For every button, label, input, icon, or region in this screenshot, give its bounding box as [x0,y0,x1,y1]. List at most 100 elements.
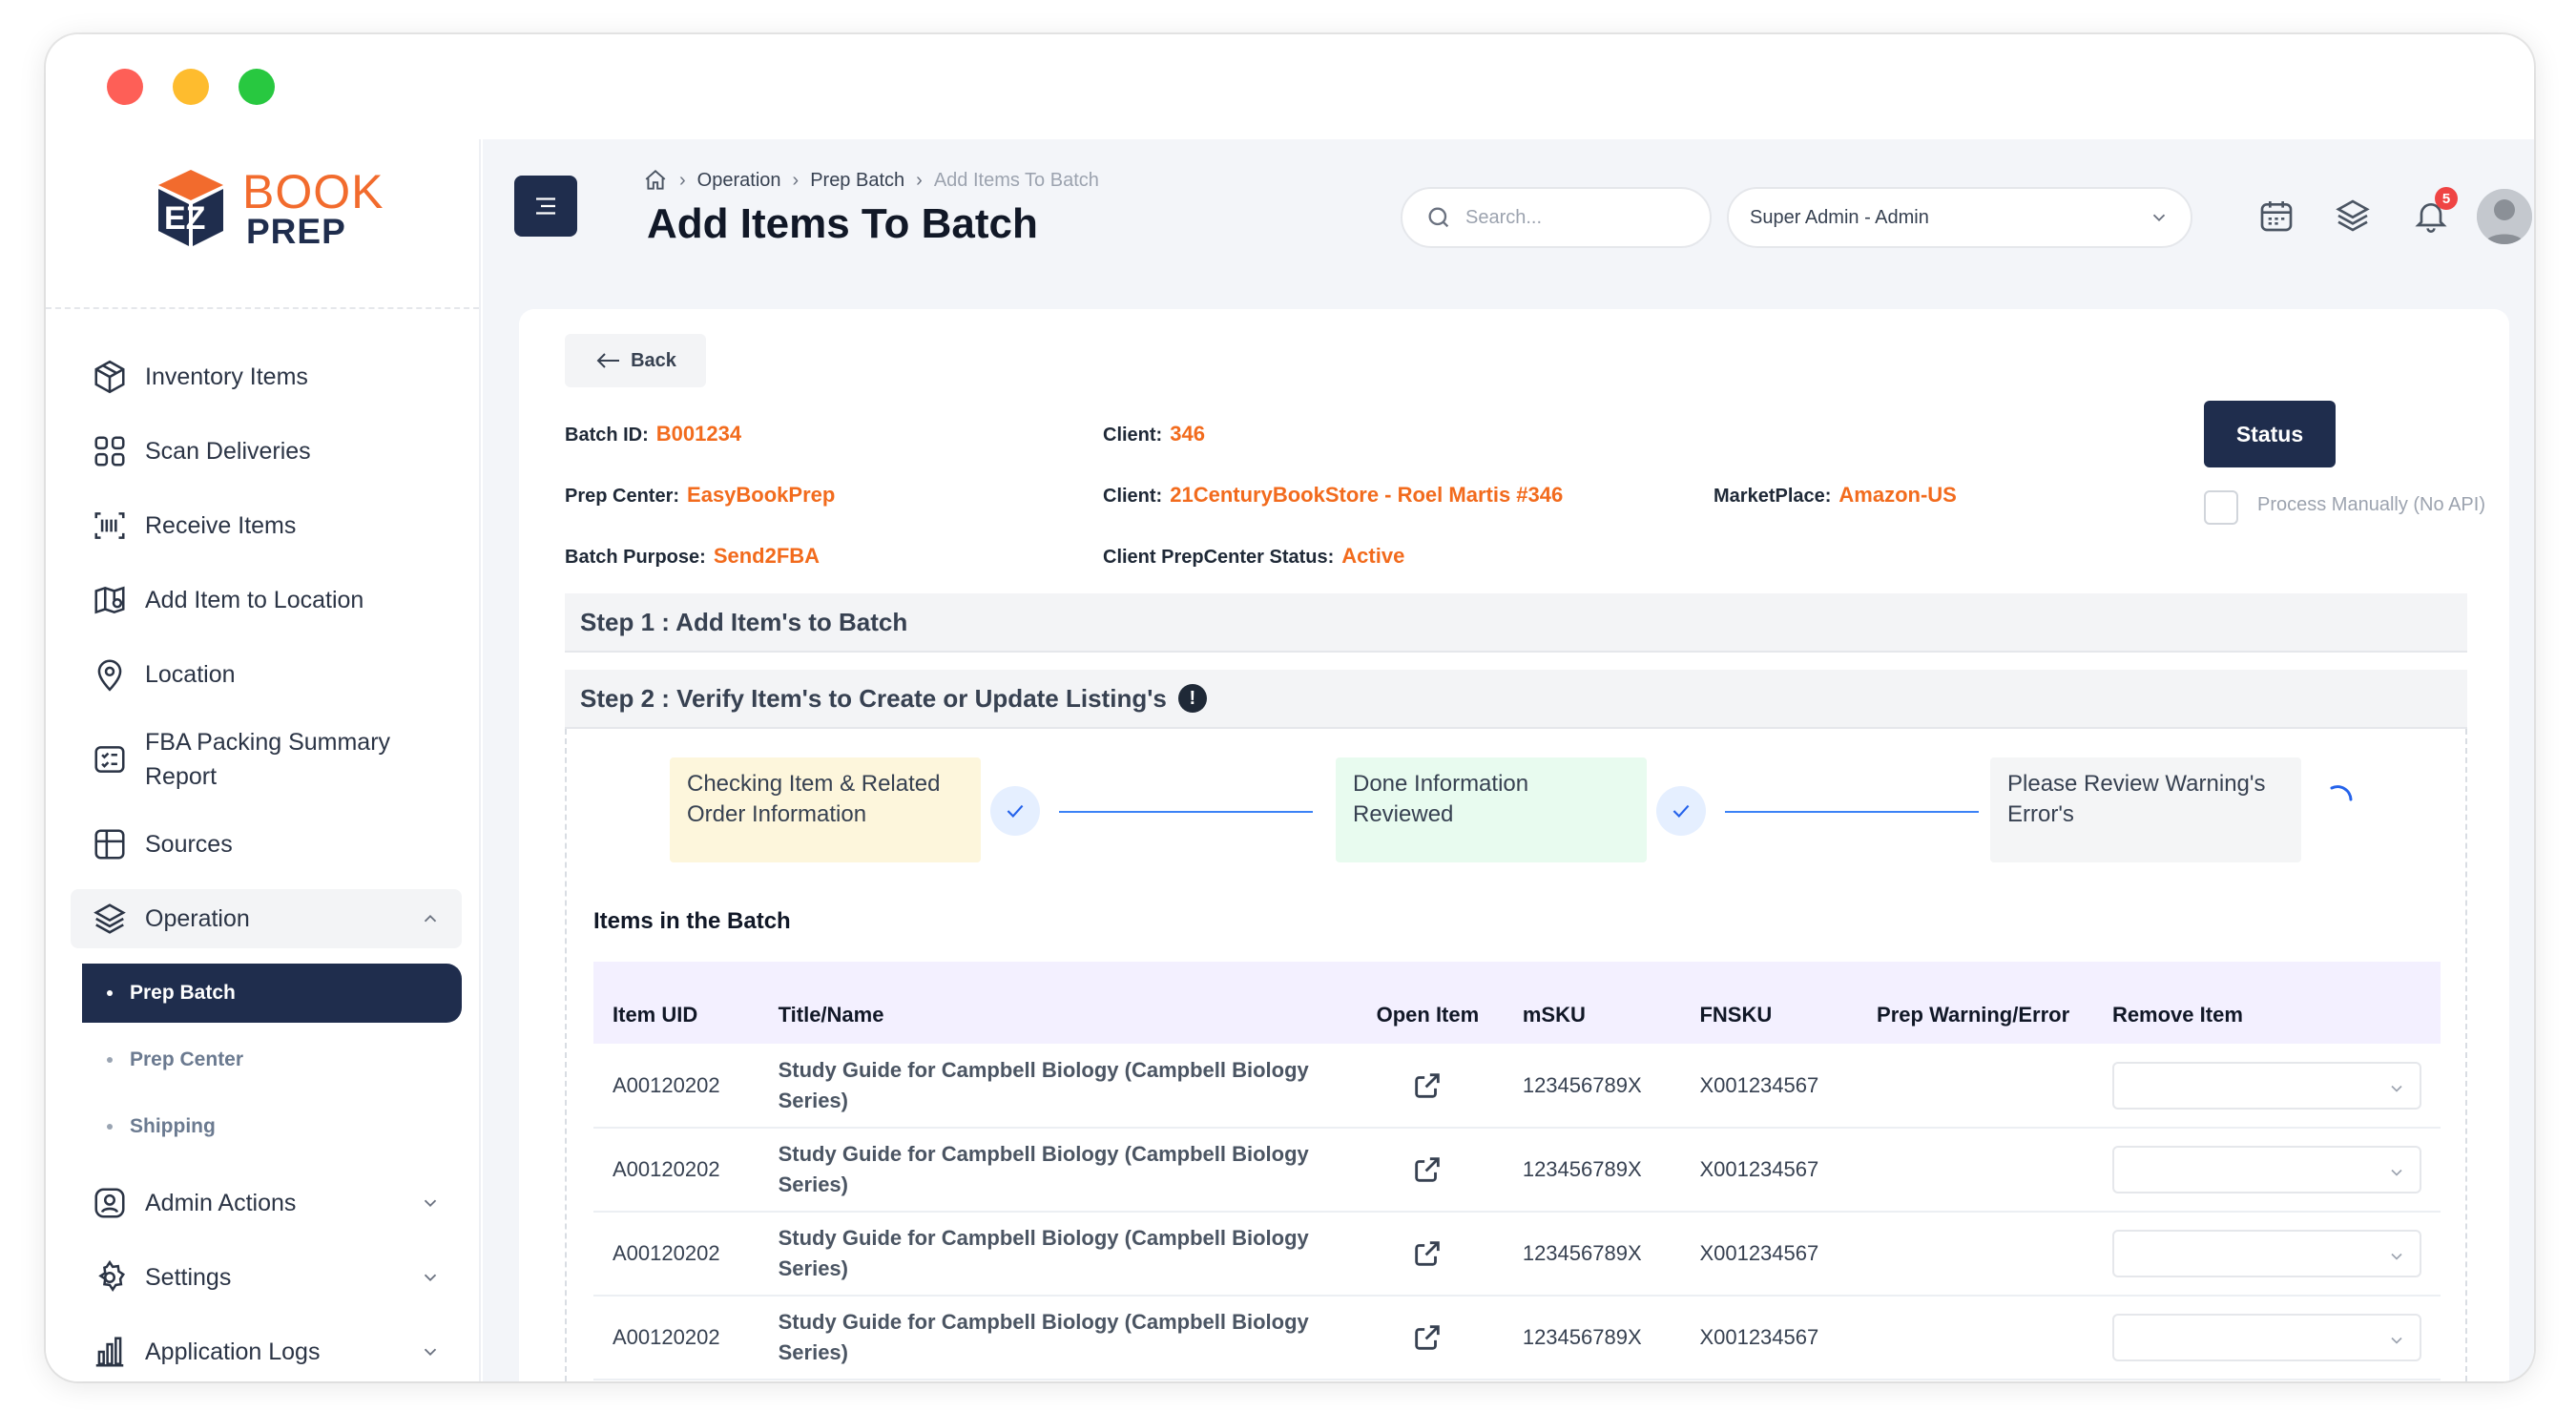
sidebar-item-receive-items[interactable]: Receive Items [71,496,462,555]
sidebar-item-inventory-items[interactable]: Inventory Items [71,347,462,406]
remove-item-select[interactable] [2111,1314,2421,1361]
breadcrumb: › Operation › Prep Batch › Add Items To … [643,168,1099,193]
external-link-icon[interactable] [1411,1237,1444,1270]
sidebar-item-operation[interactable]: Operation [71,889,462,948]
remove-item-cell [2092,1128,2441,1213]
progress-step-label: Please Review Warning's Error's [2007,771,2266,827]
user-icon [92,1185,128,1221]
remove-item-select[interactable] [2111,1061,2421,1110]
client-name-label: Client: [1103,486,1163,507]
role-select[interactable]: Super Admin - Admin [1727,187,2192,248]
external-link-icon[interactable] [1411,1069,1444,1102]
arrow-left-icon [594,349,621,372]
sidebar-subitem-prep-batch[interactable]: Prep Batch [82,964,462,1023]
sidebar-subitem-prep-center[interactable]: Prep Center [71,1030,462,1089]
chevron-down-icon[interactable] [420,1193,441,1214]
progress-connector [1059,811,1313,813]
marketplace-field: MarketPlace: Amazon-US [1714,483,1957,508]
home-icon[interactable] [643,168,668,193]
sidebar-subitem-label: Prep Batch [130,982,236,1004]
bell-icon[interactable]: 5 [2412,187,2458,235]
progress-step-label: Checking Item & Related Order Informatio… [687,771,941,827]
chevron-up-icon[interactable] [420,908,441,929]
marketplace-value: Amazon-US [1839,483,1957,507]
fnsku-cell: X001234567 [1680,1044,1859,1129]
logo[interactable]: EZ BOOK PREP [145,166,384,250]
barcode-icon [92,508,128,544]
sidebar-item-location[interactable]: Location [71,645,462,704]
sidebar-item-admin-actions[interactable]: Admin Actions [71,1173,462,1233]
sidebar-item-add-item-to-location[interactable]: Add Item to Location [71,571,462,630]
minimize-window-button[interactable] [173,69,209,105]
sidebar-item-settings[interactable]: Settings [71,1248,462,1307]
item-uid-cell: A00120202 [593,1296,759,1380]
remove-item-select[interactable] [2111,1146,2421,1193]
sidebar-item-fba-packing-summary-report[interactable]: FBA Packing Summary Report [71,719,462,799]
layers-icon[interactable] [2334,197,2372,235]
sidebar-item-application-logs[interactable]: Application Logs [71,1322,462,1381]
item-uid-cell: A00120202 [593,1212,759,1297]
calendar-icon[interactable] [2257,197,2296,235]
table-row: A00120202 Study Guide for Campbell Biolo… [593,1044,2441,1129]
msku-cell: 123456789X [1503,1044,1681,1129]
scan-icon [92,433,128,469]
app-window: EZ BOOK PREP Inventory Items Scan Delive… [46,34,2534,1381]
sidebar: EZ BOOK PREP Inventory Items Scan Delive… [46,139,481,1381]
info-icon[interactable]: ! [1177,684,1207,713]
column-header[interactable]: Prep Warning/Error [1858,962,2093,1044]
chevron-down-icon[interactable] [420,1267,441,1288]
status-button[interactable]: Status [2204,401,2336,467]
breadcrumb-operation[interactable]: Operation [697,170,781,192]
box-icon [92,359,128,395]
breadcrumb-prep-batch[interactable]: Prep Batch [810,170,904,192]
back-button[interactable]: Back [565,334,706,387]
search-placeholder: Search... [1465,206,1543,228]
column-header[interactable]: Open Item [1351,962,1504,1044]
chevron-down-icon[interactable] [420,1341,441,1362]
warning-cell [1858,1128,2093,1213]
sidebar-divider [46,307,479,309]
external-link-icon[interactable] [1411,1321,1444,1354]
warning-cell [1858,1044,2093,1129]
column-header[interactable]: Title/Name [758,962,1352,1044]
sidebar-subitem-label: Prep Center [130,1048,244,1070]
step-1-header[interactable]: Step 1 : Add Item's to Batch [565,593,2467,653]
bullet-icon [107,1124,113,1130]
column-header[interactable]: FNSKU [1680,962,1859,1044]
close-window-button[interactable] [107,69,143,105]
step-2-body: Checking Item & Related Order Informatio… [565,729,2467,1381]
sidebar-item-label: Scan Deliveries [145,437,311,465]
column-header[interactable]: mSKU [1503,962,1681,1044]
client-name-field: Client: 21CenturyBookStore - Roel Martis … [1103,483,1563,508]
sidebar-item-label: Sources [145,830,233,858]
column-header[interactable]: Item UID [593,962,759,1044]
loading-spinner-icon [2322,778,2360,817]
remove-item-select[interactable] [2111,1230,2421,1277]
process-manually-checkbox[interactable] [2204,490,2238,525]
avatar[interactable] [2477,189,2532,244]
client-id-label: Client: [1103,425,1163,446]
external-link-icon[interactable] [1411,1153,1444,1186]
menu-toggle-button[interactable] [514,176,577,237]
prep-center-value: EasyBookPrep [687,483,836,507]
search-input[interactable]: Search... [1401,187,1712,248]
sidebar-item-label: Inventory Items [145,363,308,390]
remove-item-cell [2092,1296,2441,1380]
prep-center-field: Prep Center: EasyBookPrep [565,483,835,508]
table-row: A00120202 Study Guide for Campbell Biolo… [593,1296,2441,1380]
column-header[interactable]: Remove Item [2092,962,2441,1044]
sidebar-item-scan-deliveries[interactable]: Scan Deliveries [71,422,462,481]
grid-icon [92,826,128,862]
breadcrumb-separator: › [916,169,923,191]
sidebar-item-sources[interactable]: Sources [71,815,462,874]
sidebar-subitem-shipping[interactable]: Shipping [71,1097,462,1156]
item-title-cell: Study Guide for Campbell Biology (Campbe… [758,1044,1352,1129]
warning-cell [1858,1296,2093,1380]
step-2-header[interactable]: Step 2 : Verify Item's to Create or Upda… [565,670,2467,729]
batch-purpose-value: Send2FBA [713,544,821,568]
sidebar-item-label: Add Item to Location [145,586,364,613]
maximize-window-button[interactable] [239,69,275,105]
breadcrumb-separator: › [792,169,800,191]
chevron-down-icon [2387,1160,2406,1179]
fnsku-cell: X001234567 [1680,1212,1859,1297]
